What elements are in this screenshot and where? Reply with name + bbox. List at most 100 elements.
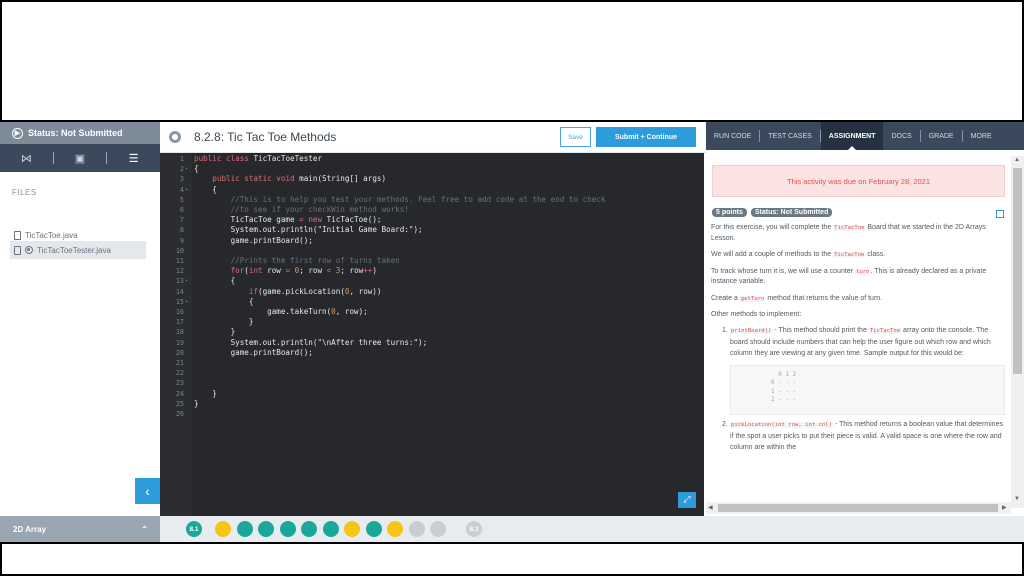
code-line: { [194,276,236,286]
sample-line: 2 - - - [771,396,797,403]
code-line: { [194,184,217,194]
activity-icon[interactable] [365,521,382,537]
code-line: { [194,296,254,306]
code-line: } [194,388,217,398]
calendar-icon: ▣ [74,152,86,165]
codehs-app: ▶ Status: Not Submitted ⋈ ▣ ☰ FILES TicT… [0,122,1024,542]
next-lesson-button[interactable]: 8.3 [466,521,482,537]
horizontal-scrollbar[interactable]: ◀ ▶ [706,502,1011,514]
expand-editor-button[interactable]: ⤢ [678,492,696,508]
line-number: 14 [175,287,184,296]
paragraph: We will add a couple of methods to the T… [711,250,1005,261]
vertical-scrollbar[interactable]: ▲ ▼ [1011,156,1024,508]
status-text: Status: Not Submitted [28,128,123,138]
line-number: 25 [175,399,184,408]
calendar-tab[interactable]: ▣ [54,144,107,172]
code-editor[interactable]: 1 2 3 4 5 6 7 8 9 10 11 12 13 14 15 16 17 18 19 20 21 22 23 24 2… [160,153,704,516]
line-number: 24 [175,389,184,398]
fold-icon[interactable]: ▾ [185,185,188,195]
line-number: 22 [175,369,184,378]
activity-icon[interactable] [279,521,296,537]
text: To track whose turn it is, we will use a… [711,267,855,275]
code-line: //Prints the first row of turns taken [230,256,400,265]
save-button[interactable]: Save [560,127,591,147]
activity-icon[interactable] [215,521,231,537]
run-target-icon [25,246,33,254]
sample-line: 1 - - - [771,387,797,395]
bottom-nav-bar: 2D Array ⌃ 8.1 8.3 [0,516,1024,542]
inline-code: TicTacToe [833,225,866,231]
settings-icon[interactable] [169,131,181,143]
line-number: 9 [179,236,184,245]
tab-assignment[interactable]: ASSIGNMENT [820,122,884,150]
file-item-tictactoetester[interactable]: TicTacToeTester.java [10,241,146,259]
text: class. [865,251,886,258]
line-number: 5 [179,195,184,204]
scroll-thumb[interactable] [1013,168,1022,374]
scroll-right-icon[interactable]: ▶ [1002,504,1007,511]
code-line: System.out.println("Initial Game Board:"… [194,225,423,235]
submit-continue-button[interactable]: Submit + Continue [596,127,696,147]
list-number: 1. [722,326,728,334]
files-tab[interactable]: ☰ [107,144,160,172]
files-label: FILES [12,188,37,197]
activity-icon[interactable] [408,521,425,537]
code-line: public static void main(String[] args) [212,174,387,184]
points-badge: 5 points [712,208,747,217]
editor-header: 8.2.8: Tic Tac Toe Methods Save Submit +… [160,122,706,153]
activity-icon[interactable] [387,521,403,537]
badge-row: 5 points Status: Not Submitted [712,208,1011,217]
activity-icon[interactable] [344,521,360,537]
status-badge: Status: Not Submitted [750,208,833,217]
line-number: 10 [175,246,184,255]
tab-run-code[interactable]: RUN CODE [706,122,759,150]
activity-icon[interactable] [301,521,317,537]
code-line: game.takeTurn(0, row); [194,307,368,316]
inline-code: TicTacToe [868,327,902,334]
map-tab[interactable]: ⋈ [0,144,53,172]
collapse-sidebar-button[interactable]: ‹ [135,478,160,504]
line-number: 26 [175,410,184,418]
line-number: 15 [175,297,184,306]
code-line: TicTacToe game = new TicTacToe(); [194,215,382,225]
scroll-thumb[interactable] [718,504,998,512]
code-line: } [194,317,254,327]
chevron-up-icon: ⌃ [141,525,148,534]
code-line: } [194,327,236,337]
sample-line: 0 - - - [771,379,797,386]
scroll-down-icon[interactable]: ▼ [1014,496,1020,502]
section-name: 2D Array [13,524,47,534]
sample-line: 0 1 2 [771,370,797,378]
tab-more[interactable]: MORE [963,122,1000,150]
inline-code: getTurn [739,295,766,302]
section-selector[interactable]: 2D Array ⌃ [0,516,160,542]
fold-icon[interactable]: ▾ [185,297,188,307]
list-item: 1. printBoard() - This method should prin… [722,325,1005,359]
line-number: 19 [175,338,184,347]
chevron-left-icon: ‹ [145,483,150,499]
code-line: for(int row = 0; row < 3; row++) [230,266,377,276]
prev-lesson-button[interactable]: 8.1 [186,521,202,537]
fold-icon[interactable]: ▾ [185,164,188,174]
external-link-icon[interactable] [996,210,1004,218]
tab-grade[interactable]: GRADE [921,122,962,150]
fold-icon[interactable]: ▾ [185,276,188,286]
tab-docs[interactable]: DOCS [883,122,919,150]
scroll-up-icon[interactable]: ▲ [1014,157,1020,163]
tab-test-cases[interactable]: TEST CASES [760,122,819,150]
expand-icon: ⤢ [683,495,691,505]
line-number: 7 [179,216,184,225]
activity-icon[interactable] [236,521,253,537]
text: Create a [711,294,740,302]
activity-icon[interactable] [430,521,446,537]
code-line: //to see if your checkWin method works! [230,205,409,214]
line-number: 1 [179,155,184,163]
code-line: game.printBoard(); [194,347,313,357]
line-number: 3 [179,175,184,184]
scroll-left-icon[interactable]: ◀ [708,504,713,511]
code-line: } [194,398,199,408]
file-icon [14,230,21,240]
activity-icon[interactable] [258,521,274,537]
activity-icon[interactable] [322,521,339,537]
line-number: 16 [175,308,184,316]
